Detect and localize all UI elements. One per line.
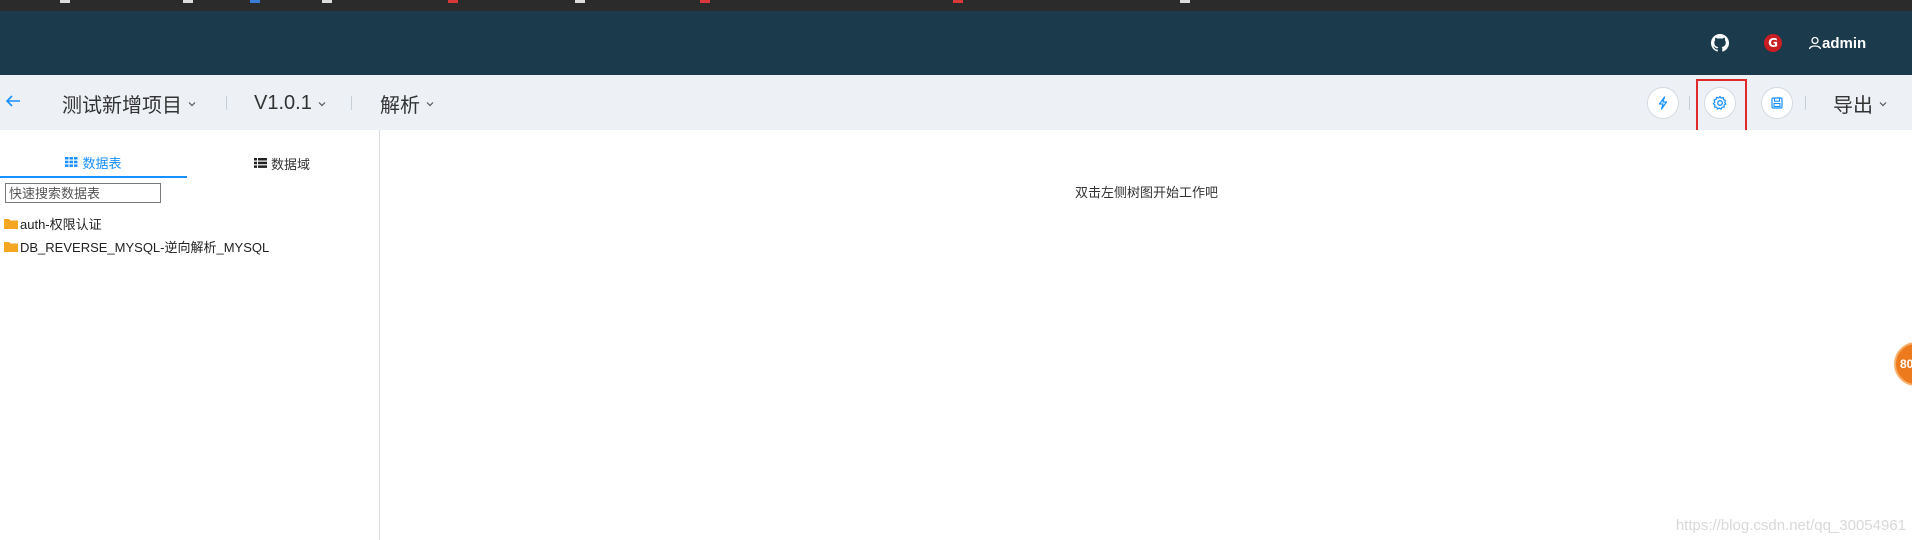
project-select[interactable]: 测试新增项目 (62, 88, 198, 118)
browser-tab-icon (250, 0, 260, 3)
back-arrow-icon[interactable] (4, 92, 24, 112)
tree-node-label: auth-权限认证 (20, 217, 102, 232)
version-select[interactable]: V1.0.1 (254, 88, 328, 118)
top-navbar: G admin (0, 11, 1912, 75)
tab-label: 数据域 (270, 156, 310, 172)
github-icon[interactable] (1710, 33, 1730, 53)
separator (226, 96, 227, 110)
browser-tab-icon (448, 0, 458, 3)
save-button[interactable] (1761, 87, 1793, 119)
browser-tab-strip (0, 0, 1912, 11)
table-search-input[interactable] (5, 183, 161, 203)
browser-tab-icon (60, 0, 70, 3)
browser-tab-icon (1180, 0, 1190, 3)
tree-node-label: DB_REVERSE_MYSQL-逆向解析_MYSQL (20, 240, 270, 255)
parse-menu[interactable]: 解析 (380, 88, 436, 118)
watermark-text: https://blog.csdn.net/qq_30054961 (1675, 517, 1906, 534)
chevron-down-icon (1879, 102, 1887, 107)
empty-state-hint: 双击左侧树图开始工作吧 (1074, 185, 1218, 200)
tab-data-tables[interactable]: 数据表 (0, 148, 187, 178)
floating-badge-value: 80 (1900, 357, 1912, 371)
chevron-down-icon (426, 102, 434, 107)
export-label: 导出 (1833, 94, 1873, 117)
tab-data-domains[interactable]: 数据域 (187, 148, 377, 178)
separator (1805, 96, 1806, 110)
browser-tab-icon (575, 0, 585, 3)
parse-menu-label: 解析 (380, 94, 420, 117)
list-icon (253, 158, 267, 168)
separator (351, 96, 352, 110)
browser-tab-icon (322, 0, 332, 3)
grid-icon (65, 157, 78, 167)
version-label: V1.0.1 (254, 91, 312, 114)
chevron-down-icon (318, 102, 326, 107)
user-menu[interactable]: admin (1808, 33, 1866, 53)
lightning-icon (1658, 96, 1668, 110)
tree-node[interactable]: auth-权限认证 (4, 212, 269, 235)
left-sidebar: 数据表 数据域 auth-权限认证 DB_REVERSE_MYSQL-逆向解析_… (0, 130, 380, 540)
separator (1689, 96, 1690, 110)
user-name: admin (1822, 34, 1867, 52)
tree-node[interactable]: DB_REVERSE_MYSQL-逆向解析_MYSQL (4, 235, 269, 258)
project-toolbar: 测试新增项目 V1.0.1 解析 导出 (0, 75, 1912, 130)
main-workspace: 双击左侧树图开始工作吧 https://blog.csdn.net/qq_300… (381, 130, 1912, 540)
export-menu[interactable]: 导出 (1833, 88, 1889, 118)
module-tree: auth-权限认证 DB_REVERSE_MYSQL-逆向解析_MYSQL (4, 212, 269, 258)
chevron-down-icon (188, 102, 196, 107)
tab-label: 数据表 (82, 155, 122, 171)
gitee-icon[interactable]: G (1763, 33, 1783, 53)
folder-icon (4, 219, 18, 229)
sidebar-tabs: 数据表 数据域 (0, 148, 380, 178)
folder-icon (4, 242, 18, 252)
user-icon (1808, 36, 1822, 50)
save-icon (1771, 97, 1783, 109)
project-name: 测试新增项目 (62, 94, 182, 117)
browser-tab-icon (183, 0, 193, 3)
quick-action-button[interactable] (1647, 87, 1679, 119)
browser-tab-icon (953, 0, 963, 3)
browser-tab-icon (700, 0, 710, 3)
